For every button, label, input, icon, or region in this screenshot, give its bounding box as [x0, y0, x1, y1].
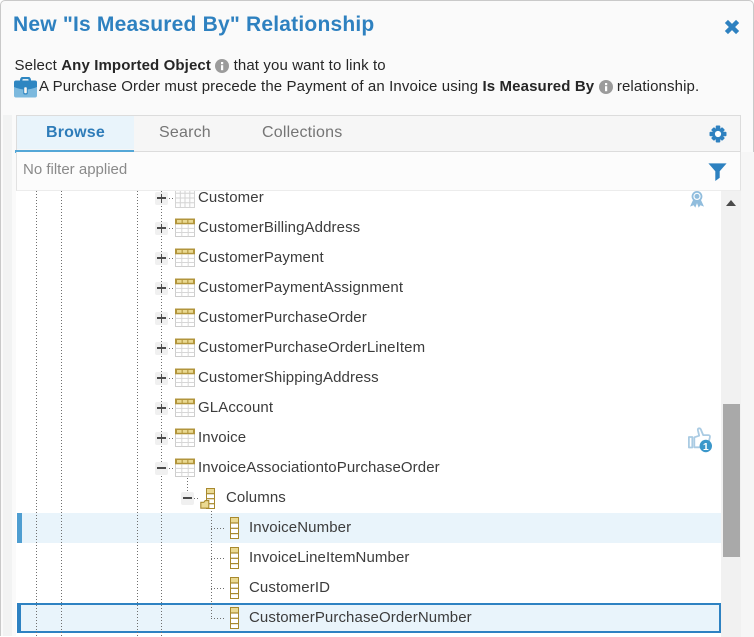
svg-text:1: 1 — [703, 441, 709, 453]
